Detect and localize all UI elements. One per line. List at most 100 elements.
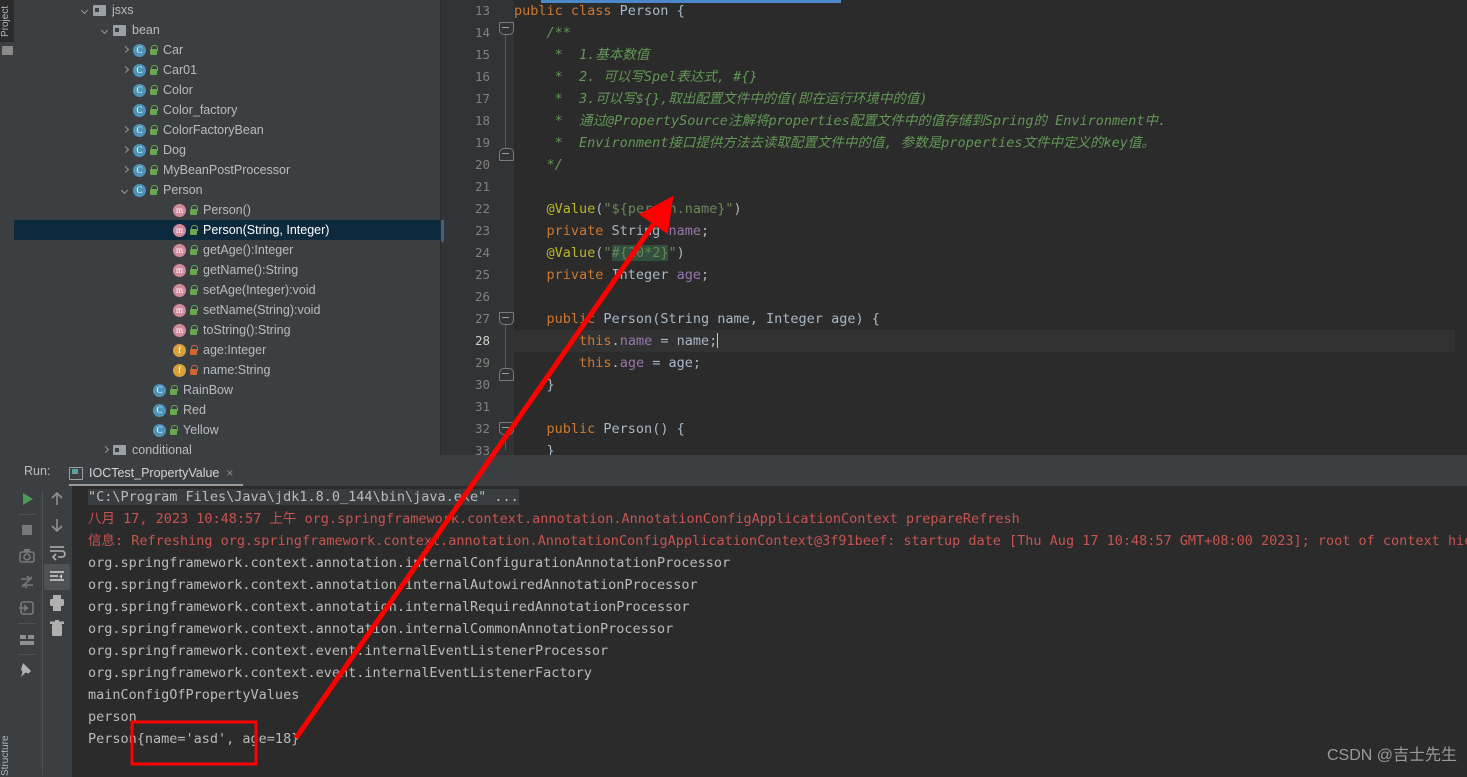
down-button[interactable]: [44, 512, 70, 538]
tool-tab-structure[interactable]: Structure: [0, 735, 14, 777]
code-line[interactable]: this.age = age;: [514, 352, 1467, 374]
chevron-right-icon[interactable]: [120, 45, 131, 56]
chevron-right-icon[interactable]: [120, 165, 131, 176]
toolbar-divider: [42, 490, 43, 775]
tree-row-label: bean: [132, 23, 160, 37]
tree-row[interactable]: f name:String: [14, 360, 440, 380]
code-line[interactable]: * 1.基本数值: [514, 44, 1467, 66]
code-line[interactable]: private Integer age;: [514, 264, 1467, 286]
chevron-down-icon[interactable]: [100, 25, 111, 36]
tree-row[interactable]: C Car01: [14, 60, 440, 80]
code-line[interactable]: /**: [514, 22, 1467, 44]
run-toolbar-right[interactable]: [44, 486, 70, 777]
tree-row[interactable]: C Dog: [14, 140, 440, 160]
fold-marker-open[interactable]: [499, 422, 514, 435]
code-line[interactable]: public class Person {: [514, 0, 1467, 22]
console-line: Person{name='asd', age=18}: [88, 731, 300, 747]
line-number: 23: [474, 223, 490, 238]
chevron-right-icon[interactable]: [120, 125, 131, 136]
code-editor[interactable]: 13 14 15 16 17 18 19 20 21 22 23 24 25 26 27 28 29 30 31 32…: [441, 0, 1467, 460]
line-number: 30: [474, 377, 490, 392]
console-line: "C:\Program Files\Java\jdk1.8.0_144\bin\…: [72, 486, 1467, 508]
tree-row[interactable]: m setName(String):void: [14, 300, 440, 320]
rerun-failed-button[interactable]: [14, 569, 40, 595]
console-scrollbar[interactable]: [1457, 460, 1467, 751]
code-line[interactable]: @Value("#{20*2}"): [514, 242, 1467, 264]
console-output[interactable]: "C:\Program Files\Java\jdk1.8.0_144\bin\…: [72, 486, 1467, 777]
run-configuration-tab[interactable]: IOCTest_PropertyValue ×: [69, 462, 233, 484]
tree-row[interactable]: m setAge(Integer):void: [14, 280, 440, 300]
tree-row[interactable]: m toString():String: [14, 320, 440, 340]
chevron-right-icon[interactable]: [120, 65, 131, 76]
tree-row[interactable]: f age:Integer: [14, 340, 440, 360]
print-button[interactable]: [44, 590, 70, 616]
close-icon[interactable]: ×: [226, 466, 233, 480]
code-line[interactable]: * 通过@PropertySource注解将properties配置文件中的值存…: [514, 110, 1467, 132]
soft-wrap-button[interactable]: [44, 538, 70, 564]
public-badge-icon: [169, 424, 178, 436]
tree-row[interactable]: C Person: [14, 180, 440, 200]
tree-row[interactable]: m Person(): [14, 200, 440, 220]
code-line[interactable]: * 2. 可以写Spel表达式, #{}: [514, 66, 1467, 88]
layout-button[interactable]: [14, 626, 40, 652]
tree-row[interactable]: jsxs: [14, 0, 440, 20]
dump-threads-button[interactable]: [14, 595, 40, 621]
tool-tab-project[interactable]: Project: [0, 0, 14, 42]
tree-row[interactable]: C Yellow: [14, 420, 440, 440]
rerun-button[interactable]: [14, 486, 40, 512]
tree-row[interactable]: C Color_factory: [14, 100, 440, 120]
tree-row-label: Person(): [203, 203, 251, 217]
screenshot-button[interactable]: [14, 543, 40, 569]
code-line[interactable]: [514, 396, 1467, 418]
code-line[interactable]: [514, 286, 1467, 308]
public-badge-icon: [149, 104, 158, 116]
tree-row[interactable]: C ColorFactoryBean: [14, 120, 440, 140]
fold-marker-close[interactable]: [499, 148, 514, 161]
tree-row[interactable]: C Color: [14, 80, 440, 100]
tree-row[interactable]: C MyBeanPostProcessor: [14, 160, 440, 180]
code-line[interactable]: public Person(String name, Integer age) …: [514, 308, 1467, 330]
code-text[interactable]: public class Person { /** * 1.基本数值 * 2. …: [514, 0, 1467, 460]
folder-icon: [113, 444, 126, 456]
project-tree[interactable]: jsxs bean C Car C Car01 C Color C Color_factory C C…: [14, 0, 440, 460]
tree-row[interactable]: m getName():String: [14, 260, 440, 280]
tree-row[interactable]: m getAge():Integer: [14, 240, 440, 260]
chevron-right-icon[interactable]: [120, 145, 131, 156]
tree-row[interactable]: bean: [14, 20, 440, 40]
run-tool-window: Run: IOCTest_PropertyValue × "C:\Program…: [14, 460, 1467, 777]
public-badge-icon: [189, 284, 198, 296]
public-badge-icon: [169, 404, 178, 416]
fold-marker-open[interactable]: [499, 312, 514, 325]
editor-gutter[interactable]: 13 14 15 16 17 18 19 20 21 22 23 24 25 26 27 28 29 30 31 32…: [441, 0, 498, 460]
fold-column[interactable]: [498, 0, 514, 460]
code-line[interactable]: * Environment接口提供方法去读取配置文件中的值, 参数是proper…: [514, 132, 1467, 154]
code-line[interactable]: */: [514, 154, 1467, 176]
chevron-down-icon[interactable]: [80, 5, 91, 16]
code-line[interactable]: this.name = name;: [514, 330, 1467, 352]
run-toolbar-left[interactable]: [14, 486, 40, 777]
chevron-right-icon[interactable]: [100, 445, 111, 456]
tree-row[interactable]: C Car: [14, 40, 440, 60]
clear-all-button[interactable]: [44, 616, 70, 642]
fold-marker-open[interactable]: [499, 22, 514, 35]
fold-marker-close[interactable]: [499, 368, 514, 381]
pin-tab-button[interactable]: [14, 657, 40, 683]
tree-row[interactable]: C Red: [14, 400, 440, 420]
code-line[interactable]: [514, 176, 1467, 198]
up-button[interactable]: [44, 486, 70, 512]
public-badge-icon: [149, 64, 158, 76]
code-line[interactable]: private String name;: [514, 220, 1467, 242]
class-icon: C: [133, 43, 146, 57]
stop-button[interactable]: [14, 517, 40, 543]
tree-row[interactable]: C RainBow: [14, 380, 440, 400]
tree-row-label: name:String: [203, 363, 271, 377]
tree-row[interactable]: m Person(String, Integer): [14, 220, 440, 240]
code-line[interactable]: * 3.可以写${},取出配置文件中的值(即在运行环境中的值): [514, 88, 1467, 110]
code-line[interactable]: @Value("${person.name}"): [514, 198, 1467, 220]
scroll-to-end-button[interactable]: [44, 564, 70, 590]
tree-row-label: MyBeanPostProcessor: [163, 163, 291, 177]
chevron-down-icon[interactable]: [120, 185, 131, 196]
code-line[interactable]: }: [514, 374, 1467, 396]
code-line[interactable]: public Person() {: [514, 418, 1467, 440]
